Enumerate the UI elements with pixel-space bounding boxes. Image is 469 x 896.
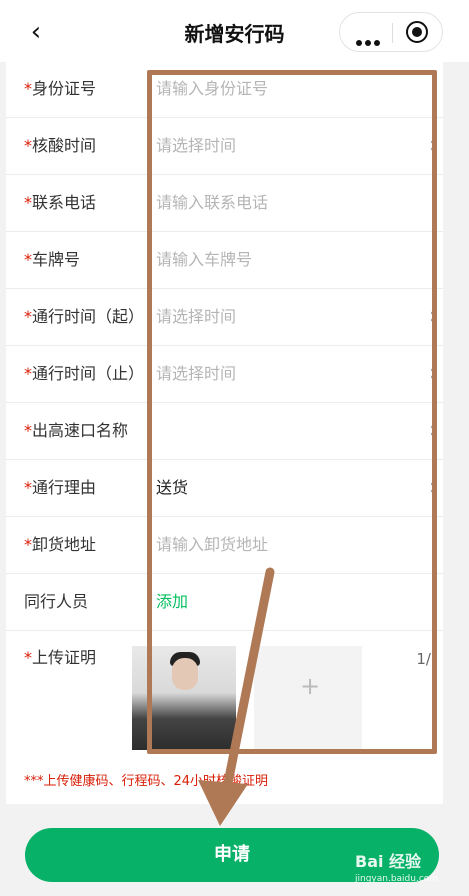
form-row[interactable]: *通行时间（止） 请选择时间 › xyxy=(6,347,443,403)
form-row-input[interactable]: 请输入联系电话 xyxy=(156,176,268,230)
form-row-label: *通行理由 xyxy=(24,478,97,497)
miniprogram-capsule xyxy=(339,12,443,52)
upload-count: 1/ xyxy=(416,650,431,668)
form-row-input[interactable]: 请选择时间 xyxy=(156,347,236,401)
form-row-input[interactable]: 送货 xyxy=(156,461,188,515)
chevron-right-icon: › xyxy=(429,304,438,329)
form-row-input[interactable]: 请输入身份证号 xyxy=(156,62,268,116)
add-companion-link[interactable]: 添加 xyxy=(156,575,188,629)
form-row-label: *身份证号 xyxy=(24,79,97,98)
form-row[interactable]: *联系电话 请输入联系电话 xyxy=(6,176,443,232)
chevron-right-icon: › xyxy=(429,475,438,500)
form-row[interactable]: *通行时间（起） 请选择时间 › xyxy=(6,290,443,346)
form-row-label: 同行人员 xyxy=(24,592,89,611)
navigation-bar: ‹ 新增安行码 xyxy=(0,0,469,62)
form-row[interactable]: *身份证号 请输入身份证号 xyxy=(6,62,443,118)
chevron-right-icon: › xyxy=(429,418,438,443)
target-circle-icon[interactable] xyxy=(406,21,428,43)
upload-tip: ***上传健康码、行程码、24小时核酸证明 xyxy=(24,774,269,789)
watermark: Bai 经验 jingyan.baidu.com xyxy=(355,852,439,884)
form-row-label: *通行时间（止） xyxy=(24,364,145,383)
form-card: *身份证号 请输入身份证号 *核酸时间 请选择时间 › *联系电话 请输入联系电话 *车牌号请… xyxy=(6,62,443,804)
form-row-input[interactable]: 请输入车牌号 xyxy=(156,233,252,287)
form-row-label: *通行时间（起） xyxy=(24,307,145,326)
form-row[interactable]: 同行人员 添加 xyxy=(6,575,443,631)
form-row-label: *卸货地址 xyxy=(24,535,97,554)
more-dots-icon[interactable] xyxy=(356,31,384,46)
form-row-input[interactable]: 请选择时间 xyxy=(156,290,236,344)
form-row[interactable]: *出高速口名称 › xyxy=(6,404,443,460)
form-row-input[interactable]: 请输入卸货地址 xyxy=(156,518,268,572)
uploaded-photo-thumbnail[interactable] xyxy=(132,646,236,750)
form-row[interactable]: *卸货地址 请输入卸货地址 xyxy=(6,518,443,574)
add-photo-button[interactable]: + xyxy=(254,646,362,750)
form-row-input[interactable]: 请选择时间 xyxy=(156,119,236,173)
form-row-label: *联系电话 xyxy=(24,193,97,212)
chevron-right-icon: › xyxy=(429,361,438,386)
form-row-label: *出高速口名称 xyxy=(24,421,129,440)
capsule-divider xyxy=(392,23,393,43)
form-row[interactable]: *车牌号 请输入车牌号 xyxy=(6,233,443,289)
form-row[interactable]: *通行理由 送货 › xyxy=(6,461,443,517)
chevron-right-icon: › xyxy=(429,133,438,158)
form-row[interactable]: *核酸时间 请选择时间 › xyxy=(6,119,443,175)
form-row-label: *核酸时间 xyxy=(24,136,97,155)
upload-proof-label: *上传证明 xyxy=(24,648,97,667)
form-row-label: *车牌号 xyxy=(24,250,81,269)
plus-icon: + xyxy=(300,672,321,700)
